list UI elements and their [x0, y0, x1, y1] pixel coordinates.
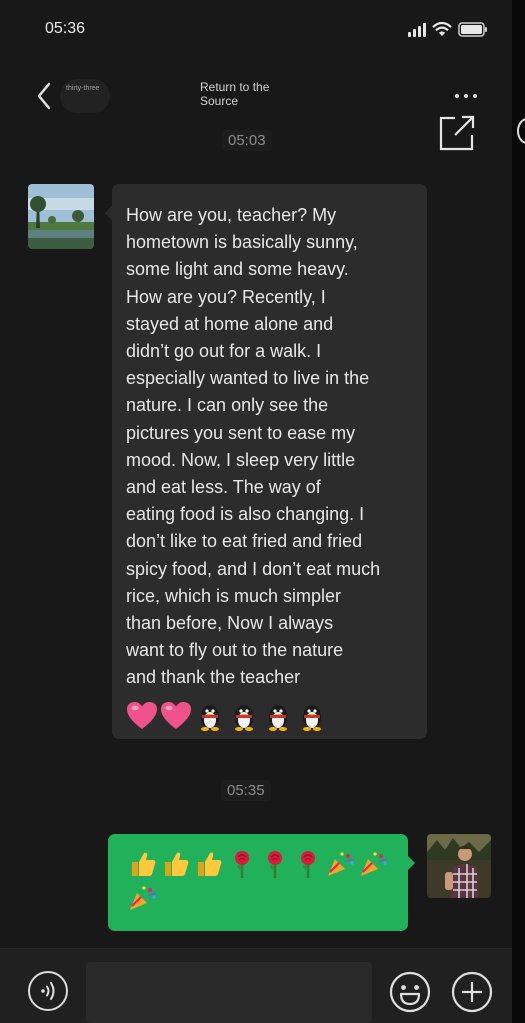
message-text-line: some light and some heavy.	[126, 259, 349, 280]
contact-avatar[interactable]	[28, 184, 94, 249]
chevron-left-icon	[37, 82, 51, 110]
penguin-emoji-icon	[303, 704, 321, 731]
message-text-line: How are you, teacher? My	[126, 205, 337, 225]
chat-title: Return to the Source	[200, 80, 270, 108]
contact-label-pill[interactable]: thirty-three	[60, 79, 110, 113]
contact-label: thirty-three	[66, 85, 100, 92]
message-input[interactable]	[86, 962, 372, 1023]
battery-icon	[458, 22, 487, 37]
message-text-line: rice, which is much simpler	[126, 585, 342, 606]
penguin-emoji-icon	[235, 704, 253, 731]
penguin-emoji-icon	[201, 704, 219, 731]
outgoing-message-bubble[interactable]	[108, 834, 415, 931]
message-time: 05:03	[222, 130, 272, 151]
share-button[interactable]	[438, 114, 476, 152]
message-text-line: especially wanted to live in the	[126, 368, 370, 389]
message-emojis	[126, 698, 415, 734]
penguin-emoji-icon	[269, 704, 287, 731]
message-emojis	[126, 848, 396, 914]
add-icon	[451, 971, 493, 1013]
message-text-line: and thank the teacher	[126, 667, 301, 688]
message-text-line: mood. Now, I sleep very little	[126, 449, 356, 470]
share-icon	[439, 115, 475, 151]
status-icons	[408, 22, 488, 37]
message-text: How are you, teacher? My hometown is basi…	[126, 202, 415, 692]
message-text-line: How are you? Recently, I	[126, 286, 326, 307]
party-popper-emoji-icon	[357, 848, 390, 880]
add-more-button[interactable]	[451, 971, 493, 1013]
thumbs-up-emoji-icon	[159, 848, 192, 880]
screen-edge	[512, 0, 525, 1023]
message-time: 05:35	[221, 780, 271, 801]
message-text-line: nature. I can only see the	[126, 395, 329, 416]
message-text-line: eating food is also changing. I	[126, 504, 365, 525]
rose-emoji-icon	[291, 848, 324, 880]
message-text-line: spicy food, and I don’t eat much	[126, 558, 381, 579]
emoji-button[interactable]	[389, 971, 431, 1013]
my-avatar[interactable]	[427, 834, 491, 898]
signal-icon	[408, 22, 426, 37]
back-button[interactable]	[30, 80, 58, 112]
more-options-button[interactable]	[448, 86, 484, 106]
chat-screen: 05:36 thirty-three Return to the Source	[0, 0, 512, 1023]
message-text-line: don’t like to eat fried and fried	[126, 531, 363, 552]
incoming-message-bubble[interactable]: How are you, teacher? My hometown is basi…	[105, 184, 427, 739]
message-text-line: and eat less. The way of	[126, 477, 321, 498]
rose-emoji-icon	[258, 848, 291, 880]
heart-emoji-icon	[127, 701, 157, 729]
voice-icon	[41, 982, 55, 1000]
message-text-line: hometown is basically sunny,	[126, 232, 358, 253]
status-time: 05:36	[45, 20, 86, 37]
emoji-face-icon	[389, 971, 431, 1013]
message-text-line: pictures you sent to ease my	[126, 422, 356, 443]
thumbs-up-emoji-icon	[126, 848, 159, 880]
more-dots-icon	[455, 94, 459, 98]
rose-emoji-icon	[225, 848, 258, 880]
message-text-line: want to fly out to the nature	[126, 640, 344, 661]
heart-emoji-icon	[161, 701, 191, 729]
party-popper-emoji-icon	[126, 882, 159, 914]
thumbs-up-emoji-icon	[192, 848, 225, 880]
message-text-line: than before, Now I always	[126, 613, 334, 634]
message-text-line: didn’t go out for a walk. I	[126, 341, 322, 362]
voice-input-button[interactable]	[28, 971, 68, 1011]
message-text-line: stayed at home alone and	[126, 313, 334, 334]
wifi-icon	[432, 22, 452, 36]
party-popper-emoji-icon	[324, 848, 357, 880]
